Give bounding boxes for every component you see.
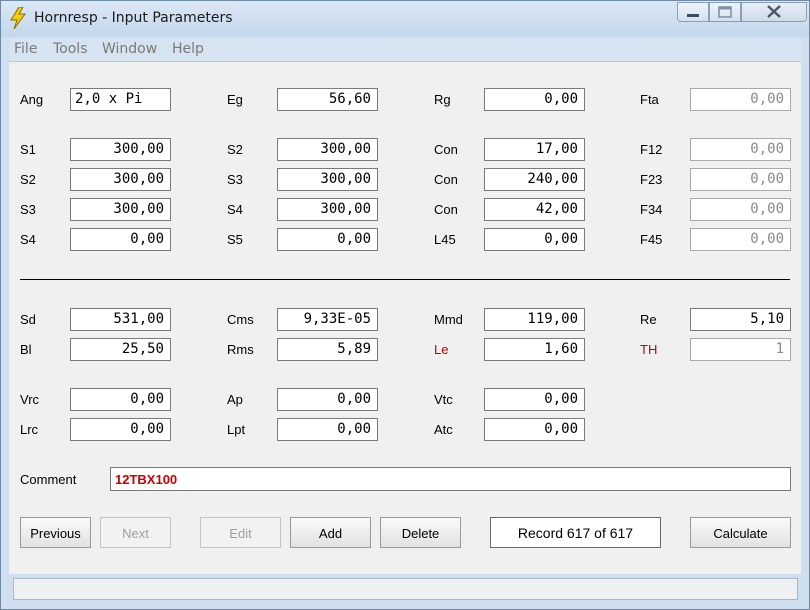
- delete-button[interactable]: Delete: [380, 517, 461, 548]
- ang-field[interactable]: 2,0 x Pi: [70, 88, 171, 111]
- s2-field[interactable]: 300,00: [277, 138, 378, 161]
- s5-field[interactable]: 0,00: [277, 228, 378, 251]
- vtc-label: Vtc: [434, 392, 453, 407]
- menu-file[interactable]: File: [14, 41, 37, 57]
- maximize-button[interactable]: [709, 2, 741, 22]
- minimize-icon: [687, 14, 699, 17]
- title-bar[interactable]: Hornresp - Input Parameters: [1, 1, 809, 37]
- f45-field: 0,00: [690, 228, 791, 251]
- s4-field[interactable]: 300,00: [277, 198, 378, 221]
- menu-help[interactable]: Help: [172, 41, 204, 57]
- con1-field[interactable]: 17,00: [484, 138, 585, 161]
- s1-label: S1: [20, 142, 36, 157]
- s4-field[interactable]: 0,00: [70, 228, 171, 251]
- comment-field[interactable]: 12TBX100: [110, 467, 791, 491]
- status-bar: [13, 578, 798, 600]
- re-field[interactable]: 5,10: [690, 308, 791, 331]
- con2-field[interactable]: 240,00: [484, 168, 585, 191]
- s4-label: S4: [20, 232, 36, 247]
- input-parameters-panel: Ang 2,0 x Pi Eg 56,60 Rg 0,00 Fta 0,00 S…: [9, 62, 801, 574]
- comment-label: Comment: [20, 472, 77, 487]
- atc-label: Atc: [434, 422, 453, 437]
- eg-field[interactable]: 56,60: [277, 88, 378, 111]
- s1-field[interactable]: 300,00: [70, 138, 171, 161]
- f23-label: F23: [640, 172, 663, 187]
- le-field[interactable]: 1,60: [484, 338, 585, 361]
- close-icon: [767, 5, 781, 18]
- edit-button[interactable]: Edit: [200, 517, 281, 548]
- ap-label: Ap: [227, 392, 243, 407]
- add-button[interactable]: Add: [290, 517, 371, 548]
- lpt-field[interactable]: 0,00: [277, 418, 378, 441]
- minimize-button[interactable]: [677, 2, 709, 22]
- mmd-label: Mmd: [434, 312, 463, 327]
- f23-field: 0,00: [690, 168, 791, 191]
- bl-label: Bl: [20, 342, 32, 357]
- f45-label: F45: [640, 232, 663, 247]
- main-window: Hornresp - Input Parameters File Tools W…: [0, 0, 810, 610]
- re-label: Re: [640, 312, 657, 327]
- vrc-field[interactable]: 0,00: [70, 388, 171, 411]
- s2-label: S2: [227, 142, 243, 157]
- menu-tools[interactable]: Tools: [53, 41, 88, 57]
- con1-label: Con: [434, 142, 458, 157]
- previous-button[interactable]: Previous: [20, 517, 91, 548]
- sd-field[interactable]: 531,00: [70, 308, 171, 331]
- atc-field[interactable]: 0,00: [484, 418, 585, 441]
- cms-field[interactable]: 9,33E-05: [277, 308, 378, 331]
- cms-label: Cms: [227, 312, 254, 327]
- fta-field: 0,00: [690, 88, 791, 111]
- lightning-icon: [10, 7, 26, 29]
- rg-field[interactable]: 0,00: [484, 88, 585, 111]
- lrc-field[interactable]: 0,00: [70, 418, 171, 441]
- rg-label: Rg: [434, 92, 451, 107]
- menu-window[interactable]: Window: [102, 41, 157, 57]
- f12-label: F12: [640, 142, 663, 157]
- f34-field: 0,00: [690, 198, 791, 221]
- s3-field[interactable]: 300,00: [277, 168, 378, 191]
- calculate-button[interactable]: Calculate: [690, 517, 791, 548]
- vrc-label: Vrc: [20, 392, 40, 407]
- lrc-label: Lrc: [20, 422, 39, 437]
- window-title: Hornresp - Input Parameters: [34, 10, 233, 26]
- s5-label: S5: [227, 232, 243, 247]
- s3-label: S3: [227, 172, 243, 187]
- th-field: 1: [690, 338, 791, 361]
- sd-label: Sd: [20, 312, 36, 327]
- s2-field[interactable]: 300,00: [70, 168, 171, 191]
- s2-label: S2: [20, 172, 36, 187]
- con3-field[interactable]: 42,00: [484, 198, 585, 221]
- rms-label: Rms: [227, 342, 254, 357]
- s4-label: S4: [227, 202, 243, 217]
- l45-field[interactable]: 0,00: [484, 228, 585, 251]
- record-indicator: Record 617 of 617: [490, 517, 661, 548]
- mmd-field[interactable]: 119,00: [484, 308, 585, 331]
- lpt-label: Lpt: [227, 422, 246, 437]
- menu-bar: File Tools Window Help: [9, 38, 801, 62]
- con2-label: Con: [434, 172, 458, 187]
- vtc-field[interactable]: 0,00: [484, 388, 585, 411]
- ap-field[interactable]: 0,00: [277, 388, 378, 411]
- rms-field[interactable]: 5,89: [277, 338, 378, 361]
- fta-label: Fta: [640, 92, 659, 107]
- section-divider: [20, 279, 790, 280]
- maximize-icon: [718, 6, 732, 18]
- th-label[interactable]: TH: [640, 342, 657, 357]
- con3-label: Con: [434, 202, 458, 217]
- next-button[interactable]: Next: [100, 517, 171, 548]
- le-label[interactable]: Le: [434, 342, 448, 357]
- s3-label: S3: [20, 202, 36, 217]
- eg-label: Eg: [227, 92, 243, 107]
- bl-field[interactable]: 25,50: [70, 338, 171, 361]
- ang-label: Ang: [20, 92, 44, 107]
- s3-field[interactable]: 300,00: [70, 198, 171, 221]
- l45-label: L45: [434, 232, 456, 247]
- f34-label: F34: [640, 202, 663, 217]
- close-button[interactable]: [741, 2, 807, 22]
- f12-field: 0,00: [690, 138, 791, 161]
